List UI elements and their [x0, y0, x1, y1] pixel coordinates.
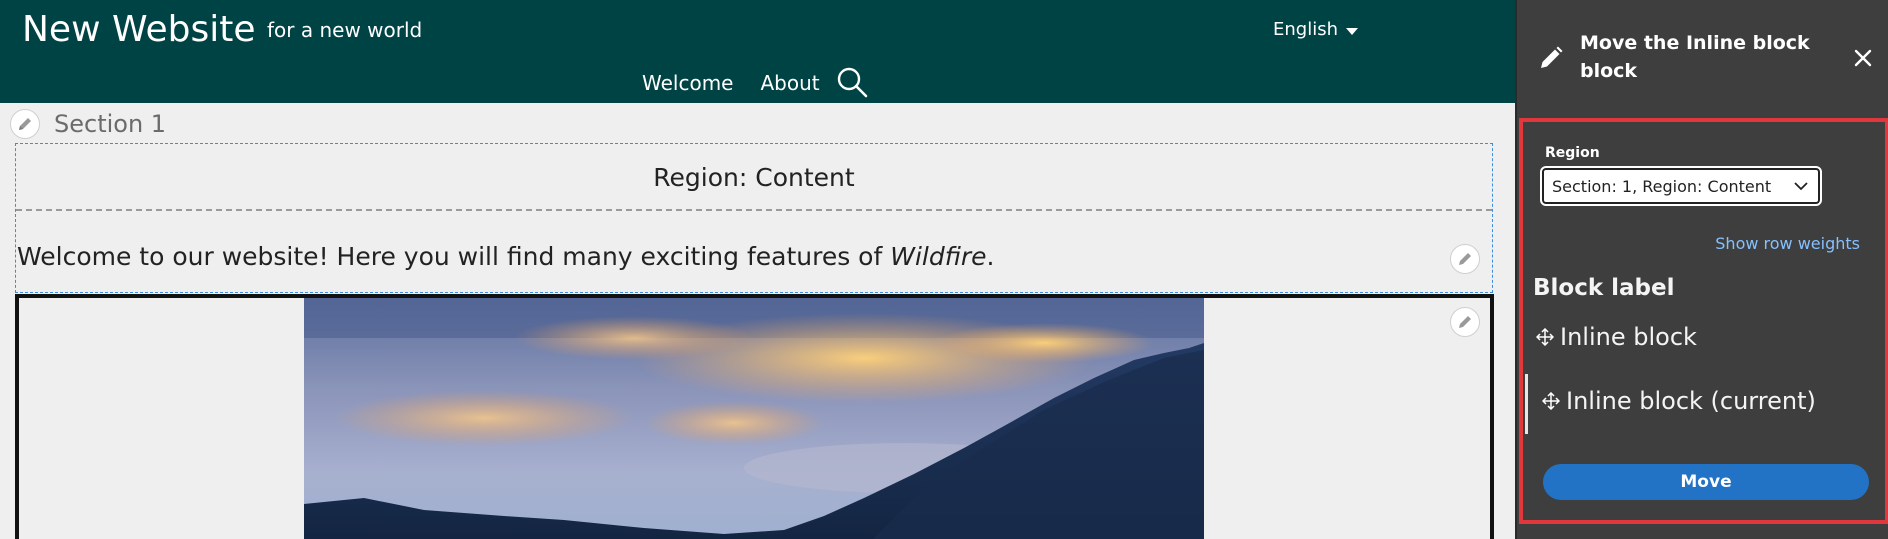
nav-link-about[interactable]: About: [760, 69, 819, 97]
region-title: Region: Content: [16, 144, 1492, 211]
current-block-indicator: [1525, 374, 1528, 434]
block-row-inline-block-current[interactable]: Inline block (current): [1542, 386, 1816, 416]
region-select[interactable]: Section: 1, Region: Content: [1540, 166, 1822, 206]
move-block-form: Region Section: 1, Region: Content Show …: [1519, 118, 1888, 524]
welcome-text-suffix: .: [986, 242, 995, 271]
welcome-text-prefix: Welcome to our website! Here you will fi…: [17, 242, 891, 271]
welcome-text-emphasis: Wildfire: [890, 242, 987, 271]
dialog-header: Move the Inline block block: [1517, 0, 1888, 118]
dialog-footer: [1517, 524, 1888, 539]
welcome-text-block: Welcome to our website! Here you will fi…: [17, 241, 994, 273]
drag-handle-icon[interactable]: [1536, 328, 1554, 346]
region-field-label: Region: [1545, 145, 1600, 161]
site-slogan: for a new world: [267, 18, 423, 42]
close-icon[interactable]: [1850, 45, 1876, 71]
block-edit-button[interactable]: [1450, 244, 1480, 274]
pencil-icon: [19, 118, 31, 130]
language-switcher[interactable]: English: [1273, 16, 1358, 44]
section-configure-button[interactable]: [10, 109, 40, 139]
site-name[interactable]: New Website: [22, 8, 255, 52]
page-content: New Website for a new world English Welc…: [0, 0, 1515, 539]
show-row-weights-link[interactable]: Show row weights: [1715, 233, 1860, 255]
language-label: English: [1273, 19, 1338, 40]
pencil-icon: [1541, 46, 1563, 68]
region-select-value: Section: 1, Region: Content: [1552, 176, 1772, 196]
block-label-heading: Block label: [1533, 275, 1675, 301]
dialog-title: Move the Inline block block: [1580, 32, 1810, 82]
block-row-inline-block[interactable]: Inline block: [1536, 322, 1697, 352]
move-block-dialog: Move the Inline block block Region Secti…: [1515, 0, 1888, 539]
nav-link-welcome[interactable]: Welcome: [642, 69, 733, 97]
move-button[interactable]: Move: [1543, 464, 1869, 500]
drag-handle-icon[interactable]: [1542, 392, 1560, 410]
search-icon[interactable]: [835, 65, 869, 99]
chevron-down-icon: [1794, 182, 1808, 191]
section-label: Section 1: [54, 110, 167, 138]
block-row-label: Inline block: [1560, 323, 1697, 351]
landscape-image: [304, 298, 1204, 539]
main-navigation: Welcome About: [642, 67, 869, 99]
caret-down-icon: [1346, 27, 1358, 35]
block-row-label: Inline block (current): [1566, 387, 1816, 415]
region-content: Region: Content Welcome to our website! …: [15, 143, 1493, 293]
pencil-icon: [1459, 253, 1471, 265]
site-header: New Website for a new world English Welc…: [0, 0, 1515, 103]
image-block-edit-button[interactable]: [1450, 307, 1480, 337]
pencil-icon: [1459, 316, 1471, 328]
